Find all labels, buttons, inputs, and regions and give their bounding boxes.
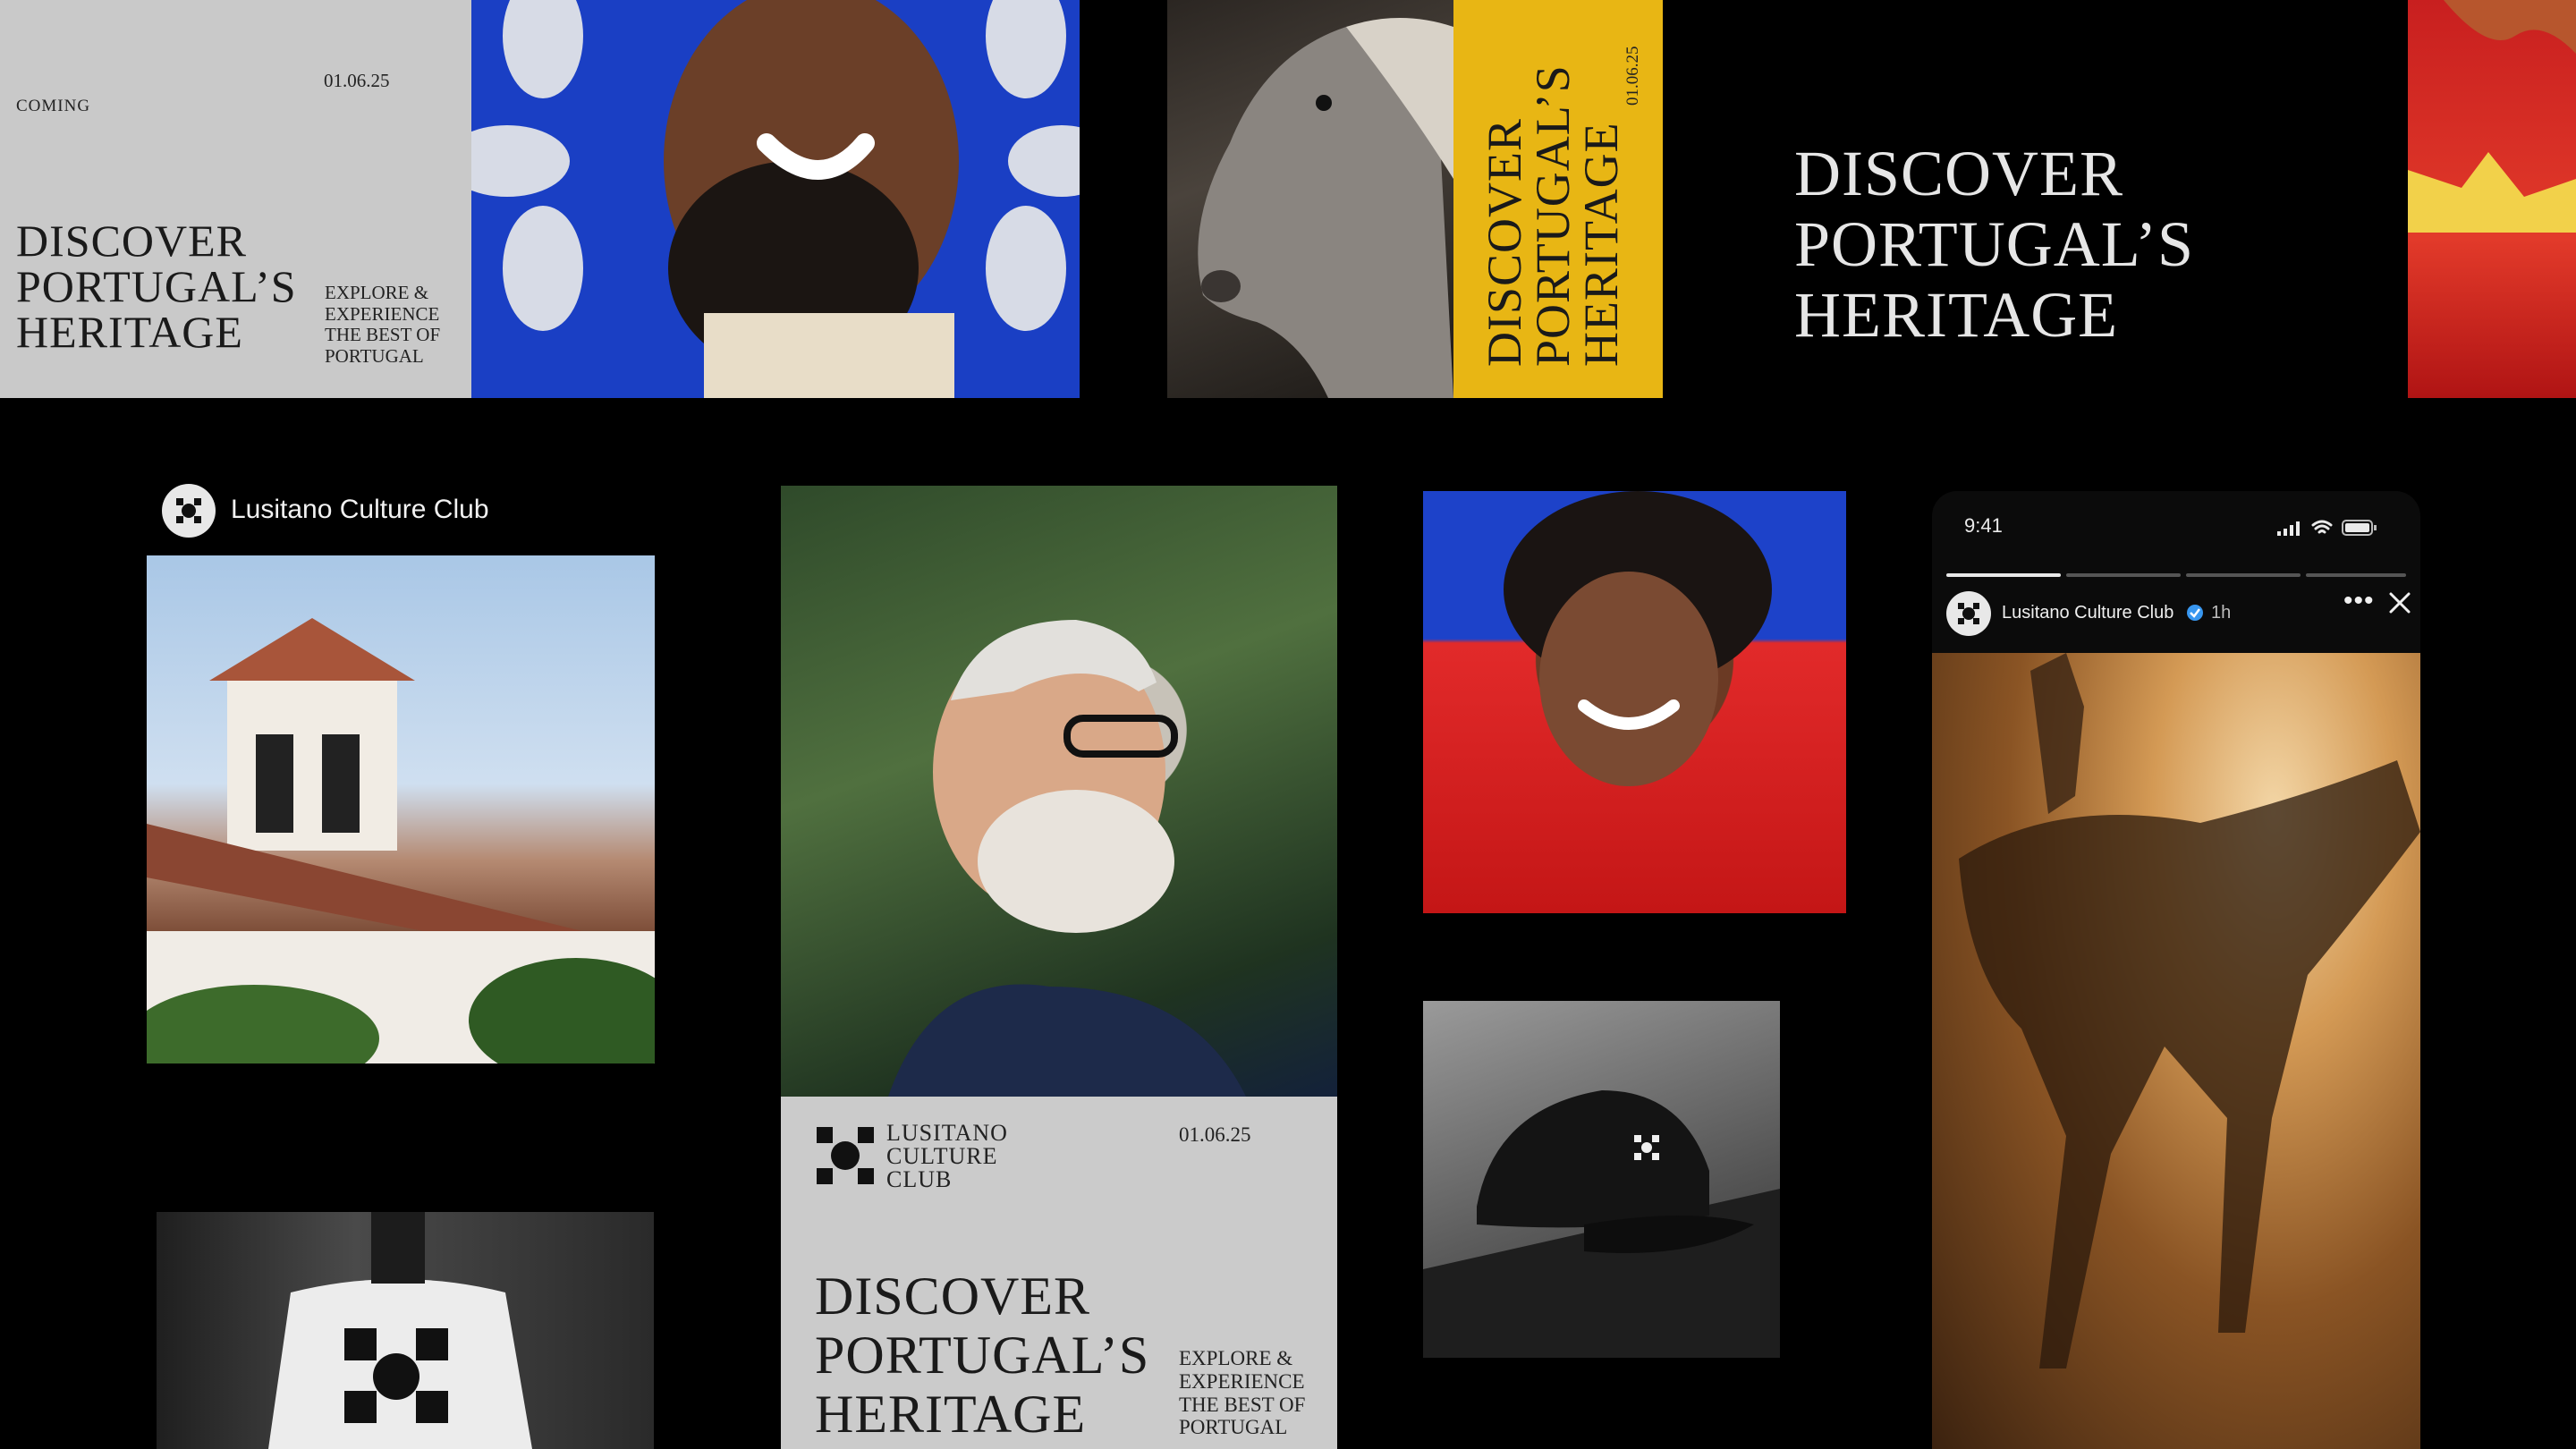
logo-wordmark: LUSITANO CULTURE CLUB <box>886 1122 1008 1191</box>
club-logo-icon <box>1958 603 1979 624</box>
ellipsis-icon[interactable]: ••• <box>2343 586 2375 616</box>
signal-icon <box>2277 521 2304 540</box>
club-logo-icon <box>813 1123 877 1188</box>
card-headline: DISCOVER PORTUGAL’S HERITAGE <box>16 218 297 355</box>
headline-line-1: DISCOVER <box>1794 138 2124 209</box>
coming-label: COMING <box>16 97 91 115</box>
status-time: 9:41 <box>1964 514 2003 537</box>
tagline-line-4: PORTUGAL <box>1179 1416 1288 1439</box>
logo-line-2: CULTURE <box>886 1143 998 1169</box>
story-progress-segment <box>1946 573 2061 577</box>
poster-date: 01.06.25 <box>1179 1123 1251 1146</box>
story-progress-segment <box>2066 573 2181 577</box>
account-name[interactable]: Lusitano Culture Club <box>231 495 489 525</box>
wifi-icon <box>2311 520 2333 540</box>
verified-badge-icon <box>2186 604 2204 626</box>
dark-headline-card: DISCOVER PORTUGAL’S HERITAGE <box>1699 0 2406 398</box>
avatar[interactable] <box>162 484 216 538</box>
tagline-line-3: THE BEST OF <box>325 324 441 346</box>
baseball-cap-photo <box>1423 1001 1780 1358</box>
headline-line-3: HERITAGE <box>1574 122 1628 367</box>
horse-illustration <box>1198 18 1453 398</box>
portrait-illustration <box>888 620 1246 1097</box>
smiling-woman-photo <box>1423 491 1846 913</box>
tower-illustration <box>147 618 655 1063</box>
headline-line-3: HERITAGE <box>815 1385 1087 1444</box>
poster-tagline: EXPLORE & EXPERIENCE THE BEST OF PORTUGA… <box>1179 1347 1305 1439</box>
tagline-line-3: THE BEST OF <box>1179 1393 1306 1416</box>
rider-silhouette <box>1959 653 2420 1368</box>
story-progress-segment <box>2186 573 2301 577</box>
story-progress-segment <box>2306 573 2406 577</box>
card-headline: DISCOVER PORTUGAL’S HERITAGE <box>1478 64 1628 367</box>
close-icon[interactable] <box>2388 591 2411 619</box>
headline-line-2: PORTUGAL’S <box>815 1326 1150 1385</box>
headline-line-1: DISCOVER <box>1478 117 1531 367</box>
yellow-headline-card: 01.06.25 DISCOVER PORTUGAL’S HERITAGE <box>1453 0 1663 398</box>
tagline-line-1: EXPLORE & <box>1179 1347 1293 1369</box>
tile-pattern-graphic <box>471 0 1080 398</box>
headline-line-1: DISCOVER <box>16 216 248 266</box>
card-headline: DISCOVER PORTUGAL’S HERITAGE <box>1794 138 2195 352</box>
poster-info-panel: LUSITANO CULTURE CLUB 01.06.25 DISCOVER … <box>781 1097 1337 1449</box>
club-logo-icon <box>176 498 201 523</box>
logo-line-3: CLUB <box>886 1166 953 1192</box>
t-shirt-photo <box>157 1212 654 1449</box>
poster-headline: DISCOVER PORTUGAL’S HERITAGE <box>815 1267 1149 1444</box>
older-man-photo <box>781 486 1337 1097</box>
story-age: 1h <box>2211 603 2232 623</box>
story-horse-rider-photo <box>1932 653 2420 1449</box>
logo-line-1: LUSITANO <box>886 1120 1008 1146</box>
status-icons <box>2277 518 2385 536</box>
card-date: 01.06.25 <box>1623 46 1642 106</box>
tagline-line-2: EXPERIENCE <box>325 302 440 325</box>
smiling-man-photo <box>471 0 1080 398</box>
horse-photo <box>1167 0 1453 398</box>
headline-line-2: PORTUGAL’S <box>1794 208 2195 281</box>
tower-building-photo <box>147 555 655 1063</box>
cap-illustration <box>1423 1090 1780 1358</box>
red-dress-photo <box>2408 0 2576 398</box>
shirt-illustration <box>268 1212 532 1449</box>
woman-illustration <box>1504 491 1772 786</box>
red-fabric-graphic <box>2408 0 2576 233</box>
tagline-line-4: PORTUGAL <box>325 344 424 367</box>
headline-line-2: PORTUGAL’S <box>1526 64 1580 367</box>
story-account-name[interactable]: Lusitano Culture Club <box>2002 603 2174 623</box>
card-date: 01.06.25 <box>324 70 390 91</box>
tagline-line-2: EXPERIENCE <box>1179 1369 1305 1393</box>
card-tagline: EXPLORE & EXPERIENCE THE BEST OF PORTUGA… <box>325 282 441 367</box>
headline-line-3: HERITAGE <box>16 307 243 357</box>
headline-line-3: HERITAGE <box>1794 279 2119 352</box>
announcement-card: COMING 01.06.25 DISCOVER PORTUGAL’S HERI… <box>0 0 471 398</box>
story-avatar[interactable] <box>1946 591 1991 636</box>
headline-line-1: DISCOVER <box>815 1267 1091 1326</box>
battery-icon <box>2342 520 2377 540</box>
headline-line-2: PORTUGAL’S <box>16 261 297 311</box>
tagline-line-1: EXPLORE & <box>325 282 429 303</box>
